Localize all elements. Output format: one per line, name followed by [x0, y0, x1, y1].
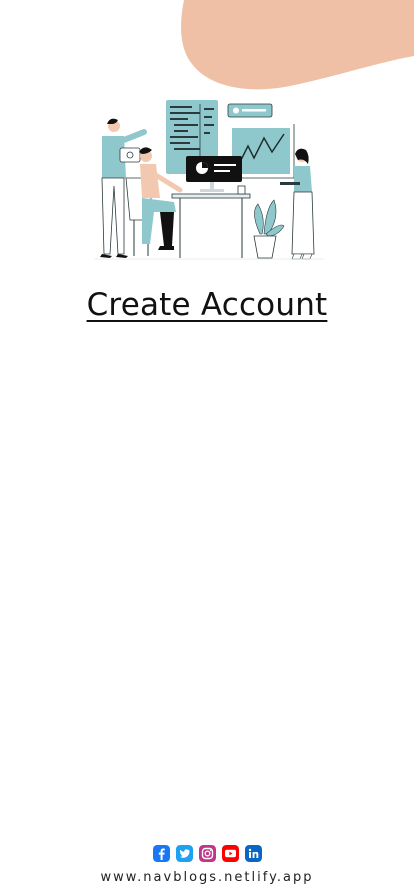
page-title: Create Account	[86, 287, 328, 323]
desk	[171, 193, 251, 258]
plant	[253, 199, 285, 259]
header-decor-blob	[181, 0, 414, 90]
footer-website-link[interactable]: www.navblogs.netlify.app	[0, 870, 414, 885]
social-icons	[0, 845, 414, 862]
monitor	[186, 156, 242, 192]
twitter-icon[interactable]	[175, 845, 193, 862]
facebook-icon[interactable]	[152, 845, 170, 862]
floating-card	[227, 103, 273, 118]
instagram-icon[interactable]	[198, 845, 216, 862]
youtube-icon[interactable]	[221, 845, 239, 862]
hero-illustration	[94, 100, 324, 260]
linkedin-icon[interactable]	[244, 845, 262, 862]
